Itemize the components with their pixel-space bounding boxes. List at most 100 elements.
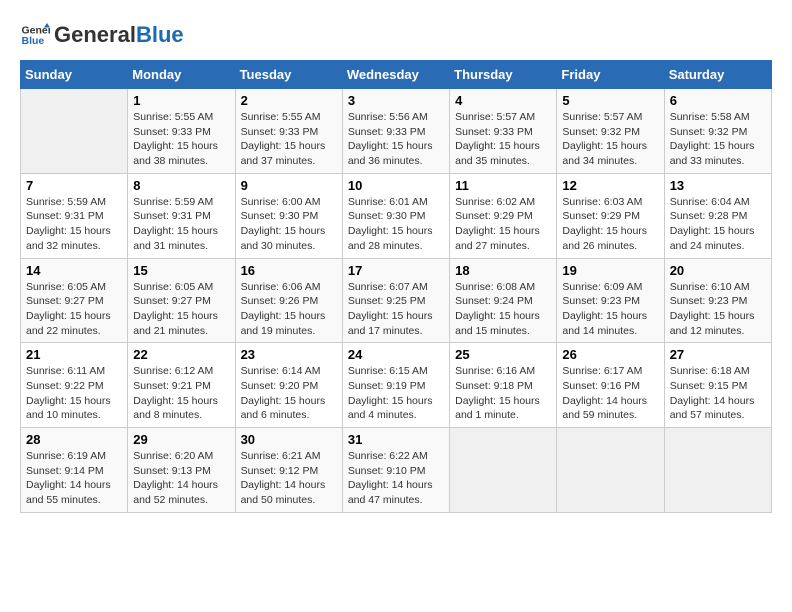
- day-info: Sunrise: 5:58 AM Sunset: 9:32 PM Dayligh…: [670, 110, 766, 169]
- week-row-3: 14 Sunrise: 6:05 AM Sunset: 9:27 PM Dayli…: [21, 258, 772, 343]
- day-number: 1: [133, 93, 229, 108]
- day-number: 14: [26, 263, 122, 278]
- day-number: 30: [241, 432, 337, 447]
- calendar-cell: 29Sunrise: 6:20 AM Sunset: 9:13 PM Dayli…: [128, 428, 235, 513]
- calendar-cell: 3 Sunrise: 5:56 AM Sunset: 9:33 PM Daylig…: [342, 89, 449, 174]
- day-number: 15: [133, 263, 229, 278]
- day-header-wednesday: Wednesday: [342, 61, 449, 89]
- day-info: Sunrise: 6:21 AM Sunset: 9:12 PM Dayligh…: [241, 449, 337, 508]
- day-number: 3: [348, 93, 444, 108]
- calendar-cell: [664, 428, 771, 513]
- day-number: 21: [26, 347, 122, 362]
- calendar-cell: 18 Sunrise: 6:08 AM Sunset: 9:24 PM Dayli…: [450, 258, 557, 343]
- week-row-1: 1 Sunrise: 5:55 AM Sunset: 9:33 PM Daylig…: [21, 89, 772, 174]
- day-info: Sunrise: 6:07 AM Sunset: 9:25 PM Dayligh…: [348, 280, 444, 339]
- day-number: 6: [670, 93, 766, 108]
- day-info: Sunrise: 6:16 AM Sunset: 9:18 PM Dayligh…: [455, 364, 551, 423]
- day-number: 20: [670, 263, 766, 278]
- day-number: 2: [241, 93, 337, 108]
- calendar-cell: 7Sunrise: 5:59 AM Sunset: 9:31 PM Daylig…: [21, 173, 128, 258]
- day-info: Sunrise: 6:04 AM Sunset: 9:28 PM Dayligh…: [670, 195, 766, 254]
- day-header-monday: Monday: [128, 61, 235, 89]
- day-info: Sunrise: 6:15 AM Sunset: 9:19 PM Dayligh…: [348, 364, 444, 423]
- calendar-table: SundayMondayTuesdayWednesdayThursdayFrid…: [20, 60, 772, 513]
- calendar-cell: 2 Sunrise: 5:55 AM Sunset: 9:33 PM Daylig…: [235, 89, 342, 174]
- calendar-cell: [557, 428, 664, 513]
- day-number: 16: [241, 263, 337, 278]
- day-number: 17: [348, 263, 444, 278]
- day-info: Sunrise: 6:03 AM Sunset: 9:29 PM Dayligh…: [562, 195, 658, 254]
- calendar-cell: 19 Sunrise: 6:09 AM Sunset: 9:23 PM Dayli…: [557, 258, 664, 343]
- calendar-cell: 24 Sunrise: 6:15 AM Sunset: 9:19 PM Dayli…: [342, 343, 449, 428]
- day-header-thursday: Thursday: [450, 61, 557, 89]
- day-number: 8: [133, 178, 229, 193]
- logo-text: GeneralBlue: [54, 23, 184, 47]
- day-info: Sunrise: 6:09 AM Sunset: 9:23 PM Dayligh…: [562, 280, 658, 339]
- day-number: 29: [133, 432, 229, 447]
- day-number: 22: [133, 347, 229, 362]
- day-info: Sunrise: 5:55 AM Sunset: 9:33 PM Dayligh…: [241, 110, 337, 169]
- day-number: 18: [455, 263, 551, 278]
- calendar-cell: 31Sunrise: 6:22 AM Sunset: 9:10 PM Dayli…: [342, 428, 449, 513]
- calendar-cell: 25Sunrise: 6:16 AM Sunset: 9:18 PM Dayli…: [450, 343, 557, 428]
- calendar-cell: 27 Sunrise: 6:18 AM Sunset: 9:15 PM Dayli…: [664, 343, 771, 428]
- calendar-cell: 30 Sunrise: 6:21 AM Sunset: 9:12 PM Dayli…: [235, 428, 342, 513]
- day-info: Sunrise: 6:08 AM Sunset: 9:24 PM Dayligh…: [455, 280, 551, 339]
- calendar-cell: 28Sunrise: 6:19 AM Sunset: 9:14 PM Dayli…: [21, 428, 128, 513]
- day-number: 10: [348, 178, 444, 193]
- calendar-cell: 10 Sunrise: 6:01 AM Sunset: 9:30 PM Dayli…: [342, 173, 449, 258]
- day-header-saturday: Saturday: [664, 61, 771, 89]
- day-number: 5: [562, 93, 658, 108]
- day-number: 19: [562, 263, 658, 278]
- day-info: Sunrise: 6:01 AM Sunset: 9:30 PM Dayligh…: [348, 195, 444, 254]
- day-number: 4: [455, 93, 551, 108]
- calendar-cell: 21 Sunrise: 6:11 AM Sunset: 9:22 PM Dayli…: [21, 343, 128, 428]
- day-number: 26: [562, 347, 658, 362]
- day-info: Sunrise: 5:59 AM Sunset: 9:31 PM Dayligh…: [26, 195, 122, 254]
- day-info: Sunrise: 5:57 AM Sunset: 9:32 PM Dayligh…: [562, 110, 658, 169]
- day-info: Sunrise: 6:10 AM Sunset: 9:23 PM Dayligh…: [670, 280, 766, 339]
- day-info: Sunrise: 5:57 AM Sunset: 9:33 PM Dayligh…: [455, 110, 551, 169]
- calendar-cell: 12 Sunrise: 6:03 AM Sunset: 9:29 PM Dayli…: [557, 173, 664, 258]
- days-header-row: SundayMondayTuesdayWednesdayThursdayFrid…: [21, 61, 772, 89]
- calendar-cell: 1 Sunrise: 5:55 AM Sunset: 9:33 PM Daylig…: [128, 89, 235, 174]
- day-info: Sunrise: 5:55 AM Sunset: 9:33 PM Dayligh…: [133, 110, 229, 169]
- calendar-cell: 6 Sunrise: 5:58 AM Sunset: 9:32 PM Daylig…: [664, 89, 771, 174]
- day-info: Sunrise: 6:17 AM Sunset: 9:16 PM Dayligh…: [562, 364, 658, 423]
- calendar-cell: 26 Sunrise: 6:17 AM Sunset: 9:16 PM Dayli…: [557, 343, 664, 428]
- day-info: Sunrise: 6:06 AM Sunset: 9:26 PM Dayligh…: [241, 280, 337, 339]
- day-info: Sunrise: 6:19 AM Sunset: 9:14 PM Dayligh…: [26, 449, 122, 508]
- page-header: General Blue GeneralBlue: [20, 20, 772, 50]
- calendar-cell: 8 Sunrise: 5:59 AM Sunset: 9:31 PM Daylig…: [128, 173, 235, 258]
- day-info: Sunrise: 6:05 AM Sunset: 9:27 PM Dayligh…: [26, 280, 122, 339]
- day-info: Sunrise: 6:05 AM Sunset: 9:27 PM Dayligh…: [133, 280, 229, 339]
- day-info: Sunrise: 6:11 AM Sunset: 9:22 PM Dayligh…: [26, 364, 122, 423]
- day-header-friday: Friday: [557, 61, 664, 89]
- day-number: 11: [455, 178, 551, 193]
- day-info: Sunrise: 6:14 AM Sunset: 9:20 PM Dayligh…: [241, 364, 337, 423]
- calendar-cell: [450, 428, 557, 513]
- calendar-cell: 15 Sunrise: 6:05 AM Sunset: 9:27 PM Dayli…: [128, 258, 235, 343]
- day-info: Sunrise: 6:22 AM Sunset: 9:10 PM Dayligh…: [348, 449, 444, 508]
- day-number: 9: [241, 178, 337, 193]
- day-header-tuesday: Tuesday: [235, 61, 342, 89]
- week-row-4: 21 Sunrise: 6:11 AM Sunset: 9:22 PM Dayli…: [21, 343, 772, 428]
- day-number: 24: [348, 347, 444, 362]
- day-info: Sunrise: 5:59 AM Sunset: 9:31 PM Dayligh…: [133, 195, 229, 254]
- day-info: Sunrise: 5:56 AM Sunset: 9:33 PM Dayligh…: [348, 110, 444, 169]
- calendar-cell: 4 Sunrise: 5:57 AM Sunset: 9:33 PM Daylig…: [450, 89, 557, 174]
- calendar-cell: [21, 89, 128, 174]
- calendar-cell: 16 Sunrise: 6:06 AM Sunset: 9:26 PM Dayli…: [235, 258, 342, 343]
- calendar-cell: 14 Sunrise: 6:05 AM Sunset: 9:27 PM Dayli…: [21, 258, 128, 343]
- day-number: 23: [241, 347, 337, 362]
- week-row-2: 7Sunrise: 5:59 AM Sunset: 9:31 PM Daylig…: [21, 173, 772, 258]
- logo-icon: General Blue: [20, 20, 50, 50]
- day-info: Sunrise: 6:02 AM Sunset: 9:29 PM Dayligh…: [455, 195, 551, 254]
- day-info: Sunrise: 6:18 AM Sunset: 9:15 PM Dayligh…: [670, 364, 766, 423]
- day-number: 27: [670, 347, 766, 362]
- calendar-cell: 11 Sunrise: 6:02 AM Sunset: 9:29 PM Dayli…: [450, 173, 557, 258]
- svg-text:Blue: Blue: [22, 35, 45, 47]
- day-number: 12: [562, 178, 658, 193]
- calendar-cell: 13Sunrise: 6:04 AM Sunset: 9:28 PM Dayli…: [664, 173, 771, 258]
- calendar-cell: 20 Sunrise: 6:10 AM Sunset: 9:23 PM Dayli…: [664, 258, 771, 343]
